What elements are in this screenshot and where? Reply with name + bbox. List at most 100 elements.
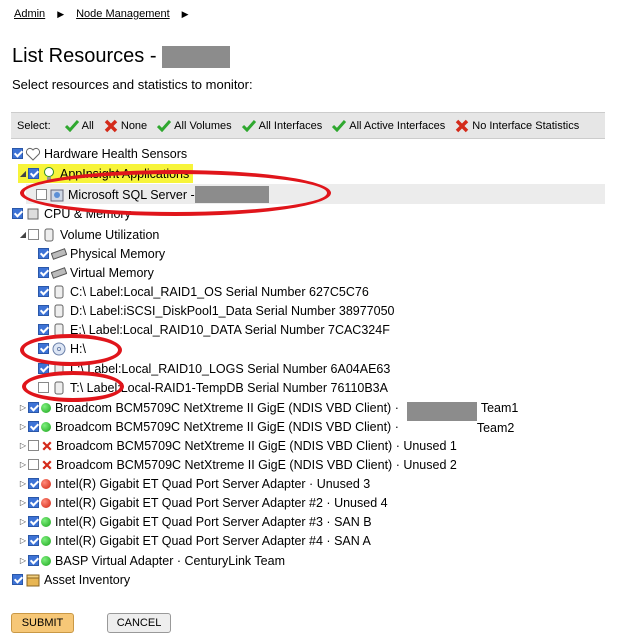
expand-arrow-icon[interactable]: ▷ bbox=[18, 422, 28, 431]
nic3-checkbox[interactable] bbox=[28, 440, 39, 451]
hardware-checkbox[interactable] bbox=[12, 148, 23, 159]
nic2-label: Broadcom BCM5709C NetXtreme II GigE (NDI… bbox=[55, 419, 399, 434]
cd-icon bbox=[52, 342, 66, 355]
inventory-box-icon bbox=[26, 574, 40, 586]
disk-icon bbox=[54, 381, 64, 394]
volume-e-label: E:\ Label:Local_RAID10_DATA Serial Numbe… bbox=[70, 322, 390, 337]
tree-row-basp: ▷ BASP Virtual Adapter · CenturyLink Tea… bbox=[18, 551, 285, 570]
status-up-icon bbox=[41, 555, 51, 566]
submit-button[interactable]: SUBMIT bbox=[11, 613, 74, 633]
nic2-checkbox[interactable] bbox=[28, 421, 39, 432]
volume-c-checkbox[interactable] bbox=[38, 286, 49, 297]
no-interface-statistics-label: No Interface Statistics bbox=[472, 119, 580, 132]
virtual-memory-label: Virtual Memory bbox=[70, 265, 154, 280]
tree-row-hardware: Hardware Health Sensors bbox=[12, 144, 187, 163]
intel3-label: Intel(R) Gigabit ET Quad Port Server Ada… bbox=[55, 514, 372, 529]
select-none-button[interactable]: None bbox=[104, 119, 147, 133]
volume-d-label: D:\ Label:iSCSI_DiskPool1_Data Serial Nu… bbox=[70, 303, 395, 318]
tree-row-intel3: ▷ Intel(R) Gigabit ET Quad Port Server A… bbox=[18, 512, 372, 531]
select-toolbar: Select: All None All Volumes All Interfa… bbox=[11, 112, 605, 139]
physical-memory-checkbox[interactable] bbox=[38, 248, 49, 259]
select-all-button[interactable]: All bbox=[64, 119, 94, 132]
status-up-icon bbox=[41, 402, 51, 413]
appinsight-checkbox[interactable] bbox=[28, 168, 39, 179]
expand-arrow-icon[interactable]: ▷ bbox=[18, 479, 28, 488]
intel4-checkbox[interactable] bbox=[28, 535, 39, 546]
nic1-checkbox[interactable] bbox=[28, 402, 39, 413]
volume-utilization-label: Volume Utilization bbox=[60, 227, 160, 242]
expand-arrow-icon[interactable]: ▷ bbox=[18, 517, 28, 526]
expand-arrow-icon[interactable]: ▷ bbox=[18, 403, 28, 412]
status-down-icon bbox=[41, 497, 51, 508]
expand-arrow-icon[interactable]: ▷ bbox=[18, 441, 28, 450]
select-all-interfaces-label: All Interfaces bbox=[258, 119, 323, 132]
check-icon bbox=[64, 119, 79, 132]
check-icon bbox=[157, 119, 172, 132]
check-icon bbox=[241, 119, 256, 132]
expand-arrow-icon[interactable]: ▷ bbox=[18, 498, 28, 507]
status-disabled-x-icon bbox=[42, 459, 52, 470]
breadcrumb-node-management-link[interactable]: Node Management bbox=[76, 8, 170, 20]
heart-icon bbox=[25, 147, 41, 161]
expand-arrow-icon[interactable]: ◢ bbox=[18, 230, 28, 239]
select-all-volumes-label: All Volumes bbox=[174, 119, 232, 132]
tree-row-physical-memory: Physical Memory bbox=[38, 244, 165, 263]
nic4-checkbox[interactable] bbox=[28, 459, 39, 470]
status-up-icon bbox=[41, 421, 51, 432]
expand-arrow-icon[interactable]: ▷ bbox=[18, 556, 28, 565]
volume-h-checkbox[interactable] bbox=[38, 343, 49, 354]
tree-row-nic1: ▷ Broadcom BCM5709C NetXtreme II GigE (N… bbox=[18, 398, 518, 421]
tree-row-nic2: ▷ Broadcom BCM5709C NetXtreme II GigE (N… bbox=[18, 417, 514, 436]
tree-row-nic4: ▷ Broadcom BCM5709C NetXtreme II GigE (N… bbox=[18, 455, 457, 474]
virtual-memory-checkbox[interactable] bbox=[38, 267, 49, 278]
breadcrumb-admin-link[interactable]: Admin bbox=[14, 8, 45, 20]
disk-icon bbox=[54, 304, 64, 317]
tree-row-volume-t: T:\ Label:Local-RAID1-TempDB Serial Numb… bbox=[38, 378, 388, 397]
cpu-label: CPU & Memory bbox=[44, 206, 131, 221]
tree-row-mssql: Microsoft SQL Server - bbox=[36, 185, 269, 204]
x-icon bbox=[104, 119, 118, 132]
breadcrumb-separator-icon: ▶ bbox=[57, 8, 65, 19]
cancel-button[interactable]: CANCEL bbox=[107, 613, 171, 633]
volume-utilization-checkbox[interactable] bbox=[28, 229, 39, 240]
volume-c-label: C:\ Label:Local_RAID1_OS Serial Number 6… bbox=[70, 284, 369, 299]
expand-arrow-icon[interactable]: ◢ bbox=[18, 169, 28, 178]
redacted-sql-name bbox=[194, 186, 269, 203]
breadcrumb: Admin ▶ Node Management ▶ bbox=[14, 8, 201, 20]
volume-l-label: L:\ Label:Local_RAID10_LOGS Serial Numbe… bbox=[70, 361, 391, 376]
appinsight-label: AppInsight Applications bbox=[60, 166, 190, 181]
expand-arrow-icon[interactable]: ▷ bbox=[18, 536, 28, 545]
page-title-text: List Resources - bbox=[12, 45, 163, 67]
volume-e-checkbox[interactable] bbox=[38, 324, 49, 335]
intel3-checkbox[interactable] bbox=[28, 516, 39, 527]
disk-icon bbox=[54, 285, 64, 298]
asset-inventory-checkbox[interactable] bbox=[12, 574, 23, 585]
volume-t-checkbox[interactable] bbox=[38, 382, 49, 393]
disk-icon bbox=[54, 323, 64, 336]
cpu-checkbox[interactable] bbox=[12, 208, 23, 219]
cpu-icon bbox=[27, 208, 39, 219]
intel1-checkbox[interactable] bbox=[28, 478, 39, 489]
tree-row-volume-d: D:\ Label:iSCSI_DiskPool1_Data Serial Nu… bbox=[38, 301, 395, 320]
tree-row-intel4: ▷ Intel(R) Gigabit ET Quad Port Server A… bbox=[18, 531, 371, 550]
select-all-interfaces-button[interactable]: All Interfaces bbox=[241, 119, 323, 132]
mssql-checkbox[interactable] bbox=[36, 189, 47, 200]
database-icon bbox=[50, 189, 64, 201]
intel2-checkbox[interactable] bbox=[28, 497, 39, 508]
volume-l-checkbox[interactable] bbox=[38, 363, 49, 374]
volume-d-checkbox[interactable] bbox=[38, 305, 49, 316]
status-disabled-x-icon bbox=[42, 440, 52, 451]
tree-row-volume-l: L:\ Label:Local_RAID10_LOGS Serial Numbe… bbox=[38, 359, 390, 378]
tree-row-volume-c: C:\ Label:Local_RAID1_OS Serial Number 6… bbox=[38, 282, 369, 301]
basp-checkbox[interactable] bbox=[28, 555, 39, 566]
select-all-active-interfaces-label: All Active Interfaces bbox=[349, 119, 446, 132]
nic2-team-label: Team2 bbox=[476, 421, 515, 435]
tree-row-asset-inventory: Asset Inventory bbox=[12, 570, 130, 589]
select-all-active-interfaces-button[interactable]: All Active Interfaces bbox=[332, 120, 445, 132]
expand-arrow-icon[interactable]: ▷ bbox=[18, 460, 28, 469]
memory-icon bbox=[51, 247, 67, 260]
no-interface-statistics-button[interactable]: No Interface Statistics bbox=[455, 119, 579, 133]
tree-row-volume-utilization: ◢ Volume Utilization bbox=[18, 225, 159, 244]
select-label: Select: bbox=[17, 119, 51, 132]
select-all-volumes-button[interactable]: All Volumes bbox=[157, 119, 232, 132]
